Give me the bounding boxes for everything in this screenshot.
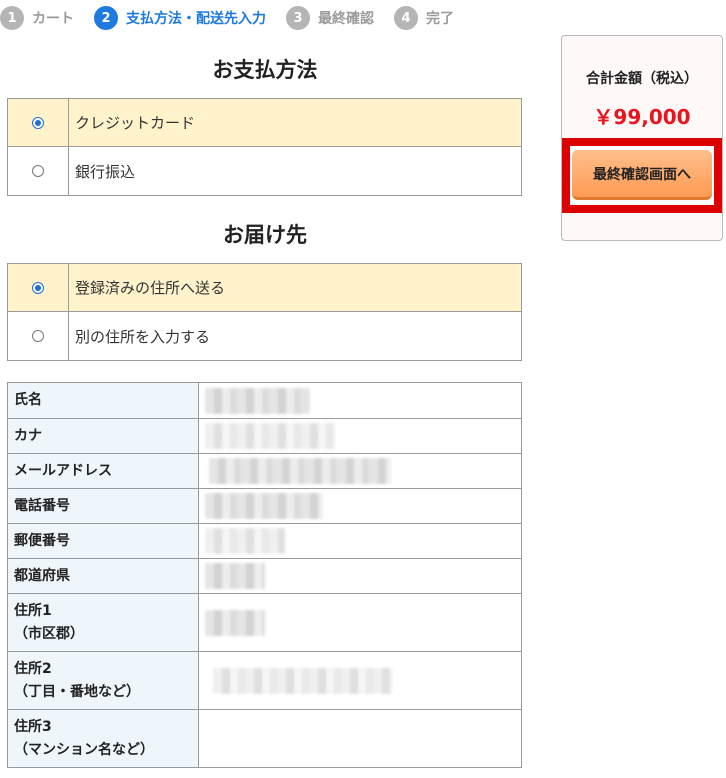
address-value [199, 383, 521, 418]
step-label: 完了 [426, 11, 454, 27]
step-cart: 1 カート [0, 6, 74, 30]
address-row-email: メールアドレス [8, 453, 521, 488]
address-value [199, 652, 521, 709]
radio-bank-transfer[interactable] [32, 165, 44, 177]
address-row-address1: 住所1 （市区郡） [8, 593, 521, 651]
address-value [199, 454, 521, 488]
step-number: 4 [394, 6, 418, 30]
address-row-phone: 電話番号 [8, 488, 521, 523]
address-label: 住所2 （丁目・番地など） [8, 652, 199, 709]
address-value [199, 710, 521, 767]
radio-cell [8, 312, 69, 360]
label-text: 住所3 [14, 718, 52, 735]
payment-section-title: お支払方法 [212, 58, 318, 82]
delivery-option-registered[interactable]: 登録済みの住所へ送る [7, 263, 522, 312]
label-subtext: （市区郡） [14, 625, 84, 642]
step-number: 1 [0, 6, 24, 30]
address-label: メールアドレス [8, 454, 199, 488]
address-row-kana: カナ [8, 418, 521, 453]
step-label: 最終確認 [318, 11, 374, 27]
redacted-value [205, 609, 265, 636]
label-text: 氏名 [14, 392, 42, 408]
address-label: 都道府県 [8, 559, 199, 593]
checkout-stepper: 1 カート 2 支払方法・配送先入力 3 最終確認 4 完了 [0, 4, 474, 32]
step-final-confirm: 3 最終確認 [286, 6, 374, 30]
step-complete: 4 完了 [394, 6, 454, 30]
label-text: カナ [14, 427, 42, 444]
redacted-value [205, 493, 323, 519]
payment-option-bank-transfer[interactable]: 銀行振込 [7, 147, 522, 196]
label-text: メールアドレス [14, 462, 112, 479]
delivery-section-title: お届け先 [223, 223, 307, 247]
redacted-value [209, 458, 391, 484]
address-value [199, 559, 521, 593]
total-label: 合計金額（税込） [586, 71, 698, 87]
redacted-value [205, 528, 285, 554]
address-table: 氏名 カナ メールアドレス 電話番号 郵便番号 都道府県 住所1 （市区郡） 住… [7, 382, 522, 768]
address-label: カナ [8, 419, 199, 453]
label-text: 郵便番号 [14, 532, 70, 549]
delivery-option-new-address[interactable]: 別の住所を入力する [7, 312, 522, 361]
option-label: 登録済みの住所へ送る [75, 279, 226, 297]
step-number: 3 [286, 6, 310, 30]
address-row-prefecture: 都道府県 [8, 558, 521, 593]
label-subtext: （マンション名など） [14, 741, 154, 758]
final-confirm-button[interactable]: 最終確認画面へ [572, 150, 712, 200]
address-value [199, 489, 521, 523]
option-label: クレジットカード [75, 114, 196, 132]
address-row-postal: 郵便番号 [8, 523, 521, 558]
step-label: 支払方法・配送先入力 [126, 11, 266, 27]
redacted-value [205, 387, 310, 414]
delivery-options: 登録済みの住所へ送る 別の住所を入力する [7, 263, 522, 361]
label-text: 住所2 [14, 660, 52, 677]
address-value [199, 524, 521, 558]
address-label: 郵便番号 [8, 524, 199, 558]
address-label: 電話番号 [8, 489, 199, 523]
address-label: 住所3 （マンション名など） [8, 710, 199, 767]
redacted-value [205, 423, 335, 449]
option-label: 銀行振込 [75, 162, 136, 181]
label-text: 住所1 [14, 602, 52, 619]
payment-options: クレジットカード 銀行振込 [7, 98, 522, 196]
total-price: ￥99,000 [593, 105, 691, 129]
redacted-value [213, 667, 393, 694]
address-row-name: 氏名 [8, 383, 521, 418]
address-row-address2: 住所2 （丁目・番地など） [8, 651, 521, 709]
label-text: 都道府県 [14, 567, 70, 584]
address-label: 住所1 （市区郡） [8, 594, 199, 651]
payment-option-credit-card[interactable]: クレジットカード [7, 98, 522, 147]
step-label: カート [32, 11, 74, 27]
radio-registered-address[interactable] [32, 281, 44, 294]
redacted-value [205, 563, 265, 589]
radio-cell [8, 264, 69, 311]
address-row-address3: 住所3 （マンション名など） [8, 709, 521, 767]
address-value [199, 419, 521, 453]
radio-cell [8, 147, 69, 195]
address-value [199, 594, 521, 651]
option-label: 別の住所を入力する [75, 327, 211, 346]
address-label: 氏名 [8, 383, 199, 418]
step-number: 2 [94, 6, 118, 30]
radio-cell [8, 99, 69, 146]
label-text: 電話番号 [14, 497, 70, 514]
step-payment-delivery: 2 支払方法・配送先入力 [94, 6, 266, 30]
label-subtext: （丁目・番地など） [14, 683, 140, 700]
radio-credit-card[interactable] [32, 116, 44, 129]
radio-new-address[interactable] [32, 330, 44, 342]
